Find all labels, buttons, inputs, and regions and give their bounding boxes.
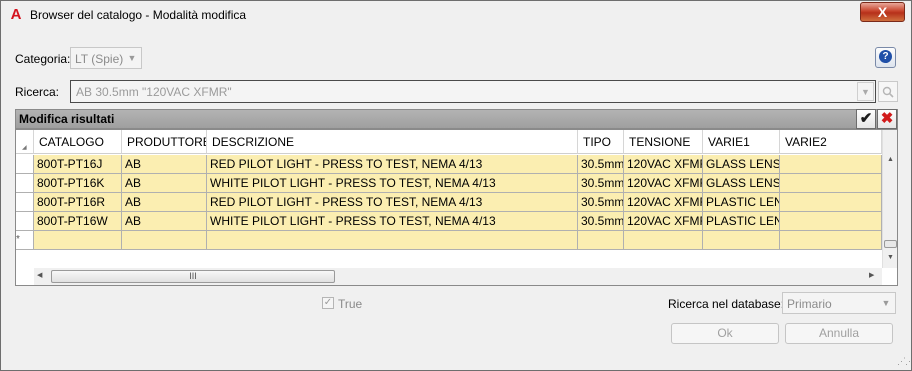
table-cell[interactable] bbox=[122, 231, 207, 250]
table-cell[interactable]: PLASTIC LENS bbox=[703, 212, 780, 231]
search-value: AB 30.5mm "120VAC XFMR" bbox=[76, 85, 232, 99]
table-cell[interactable] bbox=[624, 231, 703, 250]
table-cell[interactable] bbox=[780, 231, 882, 250]
table-cell[interactable]: 800T-PT16J bbox=[34, 155, 122, 174]
catalog-browser-window: A Browser del catalogo - Modalità modifi… bbox=[0, 0, 912, 371]
categoria-value: LT (Spie) bbox=[75, 52, 124, 66]
cancel-button[interactable]: Annulla bbox=[785, 323, 893, 344]
table-cell[interactable]: AB bbox=[122, 174, 207, 193]
grid-viewport: ◢ CATALOGO PRODUTTORE DESCRIZIONE TIPO TENSIO… bbox=[16, 130, 882, 268]
table-cell[interactable]: 30.5mm bbox=[578, 212, 624, 231]
table-cell[interactable]: WHITE PILOT LIGHT - PRESS TO TEST, NEMA … bbox=[207, 212, 578, 231]
table-cell[interactable]: 30.5mm bbox=[578, 174, 624, 193]
search-icon bbox=[882, 86, 894, 98]
results-title: Modifica risultati bbox=[19, 112, 115, 126]
table-cell[interactable]: AB bbox=[122, 155, 207, 174]
table-cell[interactable]: 120VAC XFMR bbox=[624, 193, 703, 212]
table-cell[interactable]: 120VAC XFMR bbox=[624, 155, 703, 174]
column-header[interactable]: TIPO bbox=[578, 130, 624, 154]
true-checkbox[interactable]: ✓ bbox=[322, 297, 334, 309]
search-input[interactable]: AB 30.5mm "120VAC XFMR" ▼ bbox=[70, 80, 876, 103]
scroll-down-icon[interactable]: ▼ bbox=[887, 254, 894, 261]
database-select[interactable]: Primario ▼ bbox=[782, 292, 896, 314]
table-cell[interactable]: PLASTIC LENS bbox=[703, 193, 780, 212]
ok-button[interactable]: Ok bbox=[671, 323, 779, 344]
scroll-up-icon[interactable]: ▲ bbox=[887, 156, 894, 163]
column-header[interactable]: TENSIONE bbox=[624, 130, 703, 154]
column-header[interactable]: CATALOGO bbox=[34, 130, 122, 154]
table-cell[interactable]: WHITE PILOT LIGHT - PRESS TO TEST, NEMA … bbox=[207, 174, 578, 193]
horizontal-scroll-thumb[interactable]: III bbox=[51, 270, 335, 283]
title-bar: A Browser del catalogo - Modalità modifi… bbox=[1, 1, 911, 29]
row-header[interactable] bbox=[16, 212, 34, 231]
table-cell[interactable] bbox=[34, 231, 122, 250]
red-x-icon: ✖ bbox=[880, 110, 894, 127]
table-row[interactable]: 800T-PT16J AB RED PILOT LIGHT - PRESS TO T… bbox=[16, 155, 882, 174]
table-cell[interactable] bbox=[780, 155, 882, 174]
table-cell[interactable]: 30.5mm bbox=[578, 193, 624, 212]
grid-corner: ◢ bbox=[16, 130, 34, 154]
ricerca-label: Ricerca: bbox=[15, 85, 60, 99]
help-button[interactable]: ? bbox=[875, 47, 896, 68]
table-cell[interactable]: GLASS LENS bbox=[703, 174, 780, 193]
true-checkbox-label: True bbox=[338, 297, 363, 311]
scroll-right-icon[interactable]: ▶ bbox=[869, 271, 874, 279]
discard-edits-button[interactable]: ✖ bbox=[877, 109, 897, 129]
results-panel-header: Modifica risultati bbox=[15, 109, 898, 129]
search-button[interactable] bbox=[878, 81, 898, 102]
checkmark-icon: ✓ bbox=[323, 297, 333, 308]
table-cell[interactable]: RED PILOT LIGHT - PRESS TO TEST, NEMA 4/… bbox=[207, 155, 578, 174]
table-cell[interactable]: 800T-PT16K bbox=[34, 174, 122, 193]
row-header[interactable] bbox=[16, 193, 34, 212]
column-header[interactable]: VARIE2 bbox=[780, 130, 882, 154]
table-cell[interactable]: 800T-PT16R bbox=[34, 193, 122, 212]
column-header[interactable]: VARIE1 bbox=[703, 130, 780, 154]
accept-edits-button[interactable]: ✔ bbox=[856, 109, 876, 129]
table-cell[interactable]: 120VAC XFMR bbox=[624, 212, 703, 231]
table-cell[interactable] bbox=[207, 231, 578, 250]
chevron-down-icon: ▼ bbox=[127, 53, 137, 63]
table-cell[interactable]: AB bbox=[122, 212, 207, 231]
table-cell[interactable]: 30.5mm bbox=[578, 155, 624, 174]
app-logo-icon: A bbox=[10, 6, 22, 23]
table-cell[interactable]: GLASS LENS bbox=[703, 155, 780, 174]
row-header[interactable] bbox=[16, 174, 34, 193]
close-button[interactable]: X bbox=[860, 2, 905, 22]
checkmark-icon: ✔ bbox=[859, 110, 873, 127]
new-row-marker[interactable]: * bbox=[16, 231, 34, 250]
table-row[interactable]: 800T-PT16K AB WHITE PILOT LIGHT - PRESS TO… bbox=[16, 174, 882, 193]
categoria-select[interactable]: LT (Spie) ▼ bbox=[70, 47, 142, 69]
table-cell[interactable] bbox=[703, 231, 780, 250]
chevron-down-icon[interactable]: ▼ bbox=[857, 82, 874, 101]
database-value: Primario bbox=[787, 297, 832, 311]
table-cell[interactable]: RED PILOT LIGHT - PRESS TO TEST, NEMA 4/… bbox=[207, 193, 578, 212]
table-cell[interactable] bbox=[780, 212, 882, 231]
row-header[interactable] bbox=[16, 155, 34, 174]
table-cell[interactable] bbox=[780, 193, 882, 212]
vertical-scrollbar[interactable]: ▲ ▼ bbox=[882, 130, 897, 268]
grid-header-row[interactable]: ◢ CATALOGO PRODUTTORE DESCRIZIONE TIPO TENSIO… bbox=[16, 130, 882, 154]
results-grid[interactable]: ◢ CATALOGO PRODUTTORE DESCRIZIONE TIPO TENSIO… bbox=[15, 129, 898, 286]
categoria-label: Categoria: bbox=[15, 52, 71, 66]
table-cell[interactable] bbox=[780, 174, 882, 193]
select-all-corner-icon[interactable]: ◢ bbox=[22, 136, 27, 153]
database-label: Ricerca nel database: bbox=[668, 297, 785, 311]
table-cell[interactable]: 120VAC XFMR bbox=[624, 174, 703, 193]
column-header[interactable]: PRODUTTORE bbox=[122, 130, 207, 154]
chevron-down-icon: ▼ bbox=[881, 298, 891, 308]
scroll-left-icon[interactable]: ◀ bbox=[37, 271, 42, 279]
table-row[interactable]: 800T-PT16R AB RED PILOT LIGHT - PRESS TO T… bbox=[16, 193, 882, 212]
new-entry-row[interactable]: * bbox=[16, 231, 882, 250]
resize-grip-icon[interactable]: ⋰⋰ bbox=[897, 356, 912, 367]
table-cell[interactable] bbox=[578, 231, 624, 250]
table-cell[interactable]: 800T-PT16W bbox=[34, 212, 122, 231]
column-header[interactable]: DESCRIZIONE bbox=[207, 130, 578, 154]
table-cell[interactable]: AB bbox=[122, 193, 207, 212]
table-row[interactable]: 800T-PT16W AB WHITE PILOT LIGHT - PRESS TO… bbox=[16, 212, 882, 231]
window-title: Browser del catalogo - Modalità modifica bbox=[30, 8, 247, 22]
horizontal-scrollbar[interactable]: ◀ III ▶ bbox=[34, 268, 882, 285]
help-icon: ? bbox=[879, 50, 892, 63]
vertical-scroll-thumb[interactable] bbox=[884, 240, 897, 248]
